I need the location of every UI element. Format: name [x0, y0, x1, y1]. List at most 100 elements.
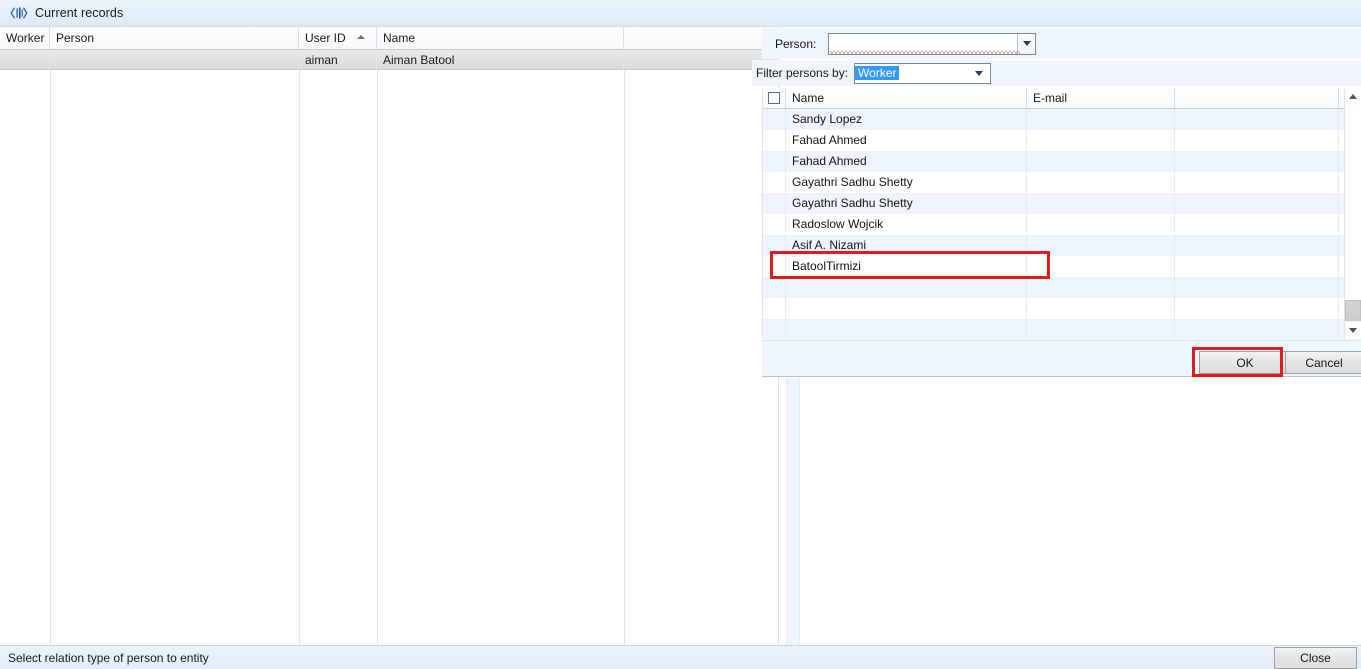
chevron-up-icon	[1349, 94, 1357, 99]
column-header-user-id[interactable]: User ID	[299, 27, 377, 50]
scrollbar-track[interactable]	[1345, 105, 1361, 322]
list-item-filler	[1175, 214, 1339, 235]
list-item[interactable]	[763, 277, 1361, 298]
list-item-email	[1027, 214, 1175, 235]
sort-ascending-icon	[357, 35, 365, 39]
list-item-name: Radoslow Wojcik	[786, 214, 1027, 235]
list-item-email	[1027, 151, 1175, 172]
row-checkbox-cell[interactable]	[763, 151, 786, 172]
scrollbar-thumb[interactable]	[1345, 300, 1361, 322]
list-item-name	[786, 277, 1027, 298]
table-row[interactable]: aiman Aiman Batool	[0, 50, 779, 70]
column-header-name[interactable]: Name	[377, 27, 624, 50]
list-item-name: Fahad Ahmed	[786, 151, 1027, 172]
list-item-filler	[1175, 319, 1339, 340]
records-grid-header: Worker Person User ID Name	[0, 27, 779, 50]
ok-button[interactable]: OK	[1199, 351, 1291, 374]
scroll-down-button[interactable]	[1345, 321, 1361, 339]
person-column-header-filler	[1175, 88, 1339, 108]
chevron-down-icon	[1349, 328, 1357, 333]
list-item-email	[1027, 256, 1175, 277]
row-checkbox-cell[interactable]	[763, 298, 786, 319]
row-checkbox-cell[interactable]	[763, 319, 786, 340]
list-item-filler	[1175, 256, 1339, 277]
lower-right-divider-left	[786, 378, 787, 645]
person-column-header-email[interactable]: E-mail	[1027, 88, 1175, 108]
row-checkbox-cell[interactable]	[763, 214, 786, 235]
close-button[interactable]: Close	[1274, 647, 1357, 669]
list-item-name	[786, 319, 1027, 340]
list-item[interactable]: Gayathri Sadhu Shetty	[763, 193, 1361, 214]
list-item[interactable]: Asif A. Nizami	[763, 235, 1361, 256]
list-item-email	[1027, 193, 1175, 214]
list-item[interactable]	[763, 319, 1361, 340]
filter-persons-value: Worker	[855, 66, 899, 80]
status-message: Select relation type of person to entity	[8, 650, 209, 665]
column-header-filler	[624, 27, 779, 50]
current-records-grid: Worker Person User ID Name aiman Aiman B…	[0, 27, 779, 645]
cell-worker	[0, 50, 50, 70]
list-item-name: Asif A. Nizami	[786, 235, 1027, 256]
cell-name: Aiman Batool	[377, 50, 624, 70]
list-item[interactable]: Sandy Lopez	[763, 109, 1361, 130]
list-item-filler	[1175, 277, 1339, 298]
grid-column-rule-2	[299, 70, 300, 645]
list-item-name: Fahad Ahmed	[786, 130, 1027, 151]
column-header-worker[interactable]: Worker	[0, 27, 50, 50]
list-item-filler	[1175, 109, 1339, 130]
column-header-person[interactable]: Person	[50, 27, 299, 50]
row-checkbox-cell[interactable]	[763, 277, 786, 298]
grid-column-rule-3	[377, 70, 378, 645]
cell-person	[50, 50, 299, 70]
records-grid-body: aiman Aiman Batool	[0, 50, 779, 645]
column-header-user-id-label: User ID	[305, 31, 346, 45]
list-item-email	[1027, 172, 1175, 193]
validation-error-underline	[830, 50, 1021, 54]
list-item-name: Gayathri Sadhu Shetty	[786, 193, 1027, 214]
list-item[interactable]: Fahad Ahmed	[763, 130, 1361, 151]
filter-persons-row: Filter persons by: Worker	[752, 60, 1361, 86]
filter-persons-dropdown-button[interactable]	[968, 63, 990, 83]
list-item-email	[1027, 235, 1175, 256]
list-item-filler	[1175, 130, 1339, 151]
list-item-name: BatoolTirmizi	[786, 256, 1027, 277]
person-list-header: Name E-mail	[763, 88, 1361, 109]
row-checkbox-cell[interactable]	[763, 109, 786, 130]
list-item-email	[1027, 277, 1175, 298]
row-checkbox-cell[interactable]	[763, 235, 786, 256]
lower-right-divider-right	[799, 378, 800, 645]
titlebar: Current records	[0, 0, 1361, 27]
person-list: Name E-mail Sandy Lopez Fahad Ahmed Faha…	[762, 88, 1361, 340]
list-item-name: Gayathri Sadhu Shetty	[786, 172, 1027, 193]
records-icon	[10, 4, 28, 22]
chevron-down-icon	[975, 70, 984, 76]
grid-column-rule-4	[624, 70, 625, 645]
list-item-email	[1027, 130, 1175, 151]
statusbar: Select relation type of person to entity…	[0, 645, 1361, 669]
list-item[interactable]: Fahad Ahmed	[763, 151, 1361, 172]
list-item[interactable]: Radoslow Wojcik	[763, 214, 1361, 235]
dialog-button-bar: OK Cancel	[762, 340, 1361, 377]
row-checkbox-cell[interactable]	[763, 172, 786, 193]
filter-persons-select[interactable]: Worker	[854, 62, 992, 84]
list-item-filler	[1175, 298, 1339, 319]
list-item[interactable]	[763, 298, 1361, 319]
person-list-rows: Sandy Lopez Fahad Ahmed Fahad Ahmed Gaya…	[763, 109, 1361, 340]
row-checkbox-cell[interactable]	[763, 193, 786, 214]
filter-persons-value-wrap: Worker	[855, 66, 968, 80]
person-list-row-batooltirmizi[interactable]: BatoolTirmizi	[763, 256, 1361, 277]
select-all-checkbox-cell[interactable]	[763, 88, 786, 108]
cancel-button[interactable]: Cancel	[1285, 351, 1361, 374]
cell-user-id: aiman	[299, 50, 377, 70]
list-item-email	[1027, 109, 1175, 130]
person-input[interactable]	[828, 32, 1037, 55]
row-checkbox-cell[interactable]	[763, 130, 786, 151]
person-list-scrollbar[interactable]	[1344, 88, 1361, 339]
person-column-header-name[interactable]: Name	[786, 88, 1027, 108]
list-item[interactable]: Gayathri Sadhu Shetty	[763, 172, 1361, 193]
select-all-checkbox[interactable]	[768, 92, 780, 104]
list-item-filler	[1175, 151, 1339, 172]
scroll-up-button[interactable]	[1345, 88, 1361, 106]
window-title: Current records	[35, 6, 124, 20]
row-checkbox-cell[interactable]	[763, 256, 786, 277]
